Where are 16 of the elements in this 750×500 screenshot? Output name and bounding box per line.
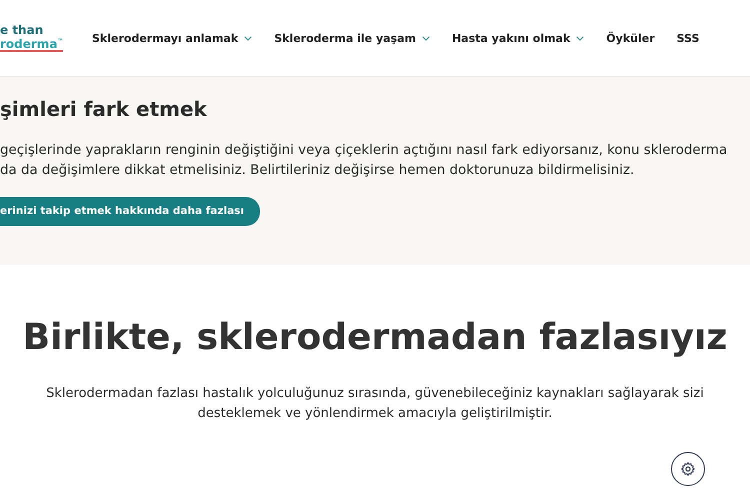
main-heading: Birlikte, sklerodermadan fazlasıyız: [22, 317, 728, 358]
settings-button[interactable]: [671, 452, 705, 486]
intro-text: Sklerodermadan fazlası hastalık yolculuğunuz sırasında, güvenebileceğiniz kaynakları sağlayarak sizi desteklemek ve yönlendirmek amacıyla geliştirilmiştir.: [45, 385, 705, 423]
nav-link[interactable]: Skleroderma ile yaşam: [274, 32, 430, 44]
chevron-down-icon: [244, 36, 252, 40]
chevron-down-icon: [422, 36, 430, 40]
settings-icon: [680, 461, 696, 477]
nav-link[interactable]: Sklerodermayı anlamak: [92, 32, 252, 44]
section-text: geçişlerinde yaprakların renginin değiştiğini veya çiçeklerin açtığını nasıl fark ediyorsanız, konu skleroderma da da değişimlere dikkat etmelisiniz. Belirtileriniz değişirse hemen doktorunuza bildirmelisiniz.: [0, 142, 728, 180]
section-heading: şimleri fark etmek: [0, 97, 208, 121]
nav-link[interactable]: Öyküler: [606, 32, 655, 44]
nav-link[interactable]: Hasta yakını olmak: [452, 32, 584, 44]
nav-link[interactable]: SSS: [676, 32, 700, 44]
chevron-down-icon: [576, 36, 584, 40]
logo[interactable]: e than roderma$^{™}$: [0, 24, 70, 52]
read-more-button[interactable]: erinizi takip etmek hakkında daha fazlası: [0, 197, 260, 226]
